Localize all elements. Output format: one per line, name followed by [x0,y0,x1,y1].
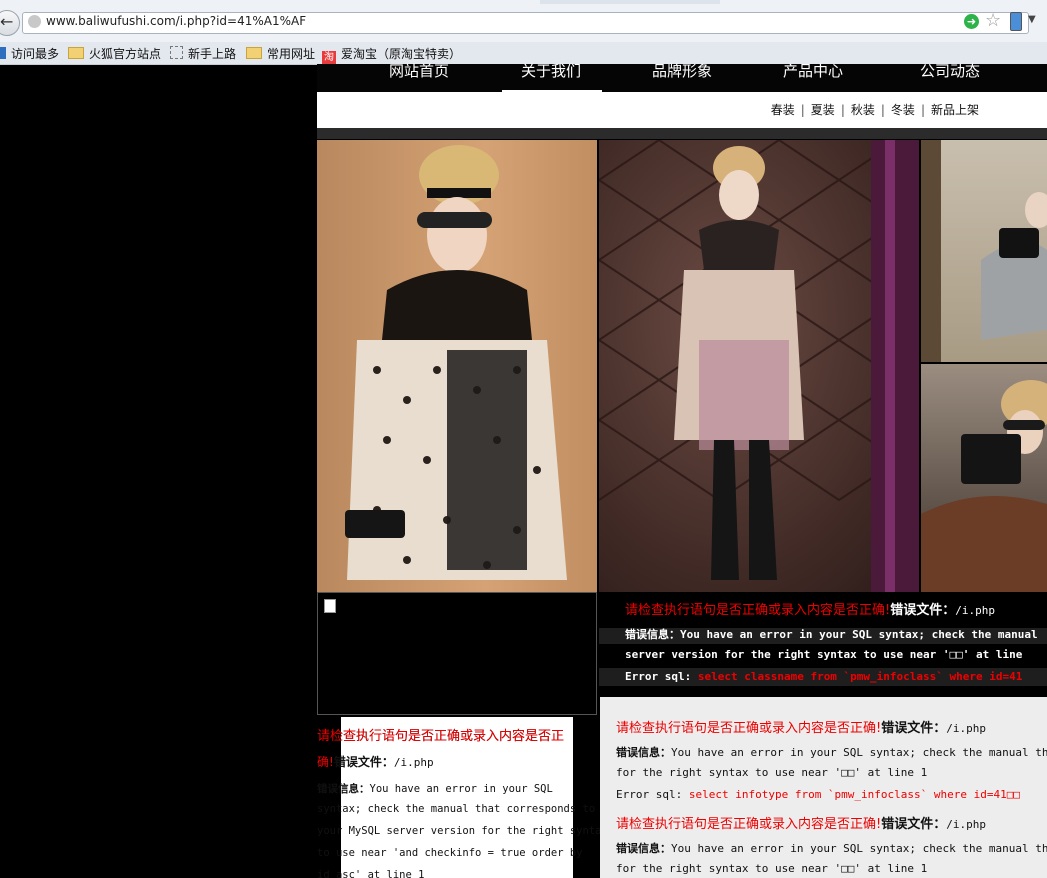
nav-products[interactable]: 产品中心 [783,60,843,81]
error-message: You have an error in your SQL syntax; ch… [680,628,1038,641]
error-sql: select classname from `pmw_infoclass` wh… [697,670,1023,683]
nav-brand[interactable]: 品牌形象 [652,60,712,81]
bookmark-most-visited[interactable]: 访问最多 [0,45,59,62]
error-title: 请检查执行语句是否正确或录入内容是否正确! [625,603,891,618]
fashion-photo-handbag-top[interactable] [921,140,1047,362]
subnav-autumn[interactable]: 秋装 [851,103,875,117]
bookmark-common-sites[interactable]: 常用网址 [246,45,315,62]
fashion-photo-leopard-coat[interactable] [317,140,597,592]
folder-icon [246,47,262,59]
star-icon[interactable]: ☆ [985,10,1001,31]
nav-home[interactable]: 网站首页 [389,60,449,81]
broken-image [317,592,597,715]
subnav-spring[interactable]: 春装 [771,103,795,117]
sql-error-block-right: 请检查执行语句是否正确或录入内容是否正确!错误文件：/i.php 错误信息：Yo… [600,697,1047,878]
page-icon [170,46,183,59]
sql-error-block-left: 请检查执行语句是否正确或录入内容是否正 请检查执行语句是否正确或录入内容是否正 … [317,717,600,878]
taobao-icon: 淘 [322,51,336,65]
bookmark-getting-started[interactable]: 新手上路 [170,45,236,62]
fashion-photo-handbag-bottom[interactable] [921,364,1047,592]
url-text[interactable]: www.baliwufushi.com/i.php?id=41%A1%AF [46,14,306,28]
sql-error-block-top: 请检查执行语句是否正确或录入内容是否正确!错误文件：/i.php 错误信息：Yo… [599,592,1047,697]
divider-stripe [317,128,1047,139]
subnav-new[interactable]: 新品上架 [931,103,979,117]
phone-icon[interactable] [1010,12,1022,31]
error-file: /i.php [955,604,995,617]
go-arrow-icon[interactable]: ➜ [964,14,979,29]
dropdown-arrow-icon[interactable]: ▼ [1028,14,1036,25]
folder-icon [68,47,84,59]
bookmark-firefox-site[interactable]: 火狐官方站点 [68,45,161,62]
subnav-summer[interactable]: 夏装 [811,103,835,117]
globe-icon [28,15,41,28]
subnav-winter[interactable]: 冬装 [891,103,915,117]
sub-nav: 春装 | 夏装 | 秋装 | 冬装 | 新品上架 [317,92,1047,128]
most-visited-icon [0,47,6,59]
broken-image-icon [324,599,336,613]
site-nav: 网站首页 关于我们 品牌形象 产品中心 公司动态 [317,62,1047,92]
fashion-photo-tufted-wall[interactable] [599,140,919,592]
tab-strip [540,0,720,4]
error-message-line2: server version for the right syntax to u… [625,648,1023,661]
nav-about[interactable]: 关于我们 [521,60,581,81]
nav-news[interactable]: 公司动态 [920,60,980,81]
